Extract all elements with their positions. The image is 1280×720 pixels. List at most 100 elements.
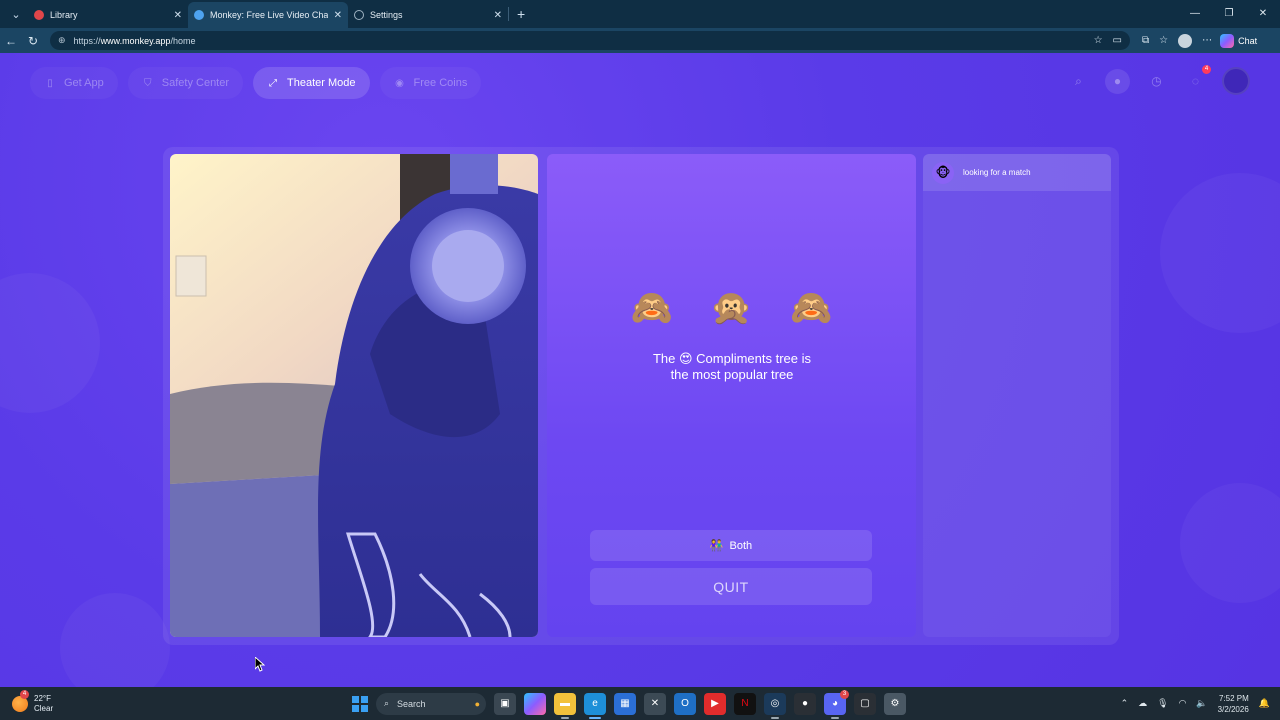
site-info-icon[interactable]: ⊕ — [58, 35, 66, 46]
tab-settings[interactable]: Settings ✕ — [348, 2, 508, 28]
restore-button[interactable]: ❐ — [1212, 0, 1246, 28]
quit-button[interactable]: QUIT — [590, 568, 872, 605]
user-avatar[interactable] — [1222, 67, 1250, 95]
extensions-icon[interactable]: ⧉ — [1142, 35, 1149, 46]
camera-image — [170, 154, 538, 637]
copilot-icon — [1220, 33, 1235, 48]
coins-icon: ◉ — [395, 77, 404, 89]
tip-line-2: the most popular tree — [670, 367, 794, 382]
weather-temp: 22°F — [34, 693, 51, 703]
windows-taskbar: 4 22°F Clear ⌕ Search ● ▣ ▬ e ▦ ✕ O ▶ N … — [0, 687, 1280, 720]
cloud-icon[interactable]: ☁ — [1138, 698, 1147, 709]
chat-stage: 🙈 🙊 🙈 The 😍 Compliments tree is the most… — [163, 147, 1119, 645]
wifi-icon[interactable]: ◠ — [1179, 698, 1187, 709]
gender-filter-label: Both — [729, 539, 753, 552]
phone-icon: ▯ — [47, 77, 53, 89]
weather-badge: 4 — [20, 689, 29, 699]
new-tab-button[interactable]: + — [517, 6, 525, 22]
chat-sidebar: 🐵 looking for a match — [923, 154, 1111, 637]
roblox-icon[interactable]: ▢ — [854, 692, 876, 715]
notification-badge: 4 — [1202, 64, 1211, 74]
taskbar-search-label: Search — [397, 698, 426, 709]
free-coins-label: Free Coins — [413, 77, 468, 89]
system-tray: ⌃ ☁ 🎙 ◠ 🔈 7:52 PM 3/2/2026 🔔 — [1121, 687, 1270, 720]
url-path: /home — [170, 35, 196, 46]
close-icon[interactable]: ✕ — [334, 10, 342, 21]
taskbar-search[interactable]: ⌕ Search ● — [376, 692, 486, 715]
quit-label: QUIT — [713, 578, 749, 595]
library-tab-icon — [34, 10, 44, 20]
profile-avatar[interactable] — [1178, 33, 1193, 48]
couple-icon: 👫 — [709, 540, 724, 552]
steam-icon[interactable]: ◎ — [764, 692, 786, 719]
volume-icon[interactable]: 🔈 — [1196, 698, 1207, 709]
youtube-icon[interactable]: ▶ — [704, 692, 726, 715]
microphone-icon[interactable]: 🎙 — [1157, 698, 1168, 709]
address-bar-row: ← ↻ ⊕ https://www.monkey.app/home ☆ ▭ ⧉ … — [0, 28, 1280, 53]
browser-tab-bar: ⌄ Library ✕ Monkey: Free Live Video Chat… — [0, 0, 1280, 28]
favorite-star-icon[interactable]: ☆ — [1094, 35, 1103, 46]
url-prefix: https:// — [73, 35, 101, 46]
tip-text: The 😍 Compliments tree is the most popul… — [607, 351, 857, 383]
messages-button[interactable]: ◌ 4 — [1183, 64, 1211, 94]
settings-gear-icon[interactable]: ⚙ — [884, 692, 906, 715]
history-button[interactable]: ◷ — [1144, 69, 1169, 94]
netflix-icon[interactable]: N — [734, 692, 756, 715]
close-icon[interactable]: ✕ — [174, 10, 182, 21]
safety-center-label: Safety Center — [161, 77, 230, 89]
close-icon[interactable]: ✕ — [494, 10, 502, 21]
background-blob — [1180, 483, 1280, 603]
close-window-button[interactable]: ✕ — [1246, 0, 1280, 28]
video-icon[interactable]: ▭ — [1113, 35, 1122, 46]
tab-library[interactable]: Library ✕ — [28, 2, 188, 28]
get-app-button[interactable]: ▯ Get App — [30, 67, 118, 99]
weather-widget[interactable]: 4 22°F Clear — [12, 689, 54, 714]
weather-condition: Clear — [34, 703, 54, 713]
coins-button[interactable]: ● — [1105, 68, 1130, 94]
top-navigation: ▯ Get App ⛉ Safety Center ⤢ Theater Mode… — [30, 67, 482, 99]
expand-icon: ⤢ — [269, 77, 278, 89]
url-input[interactable]: ⊕ https://www.monkey.app/home ☆ ▭ — [50, 31, 1130, 50]
chevron-up-icon[interactable]: ⌃ — [1121, 698, 1129, 709]
file-explorer-icon[interactable]: ▬ — [554, 692, 576, 719]
tab-monkey[interactable]: Monkey: Free Live Video Chat ✕ — [188, 2, 348, 28]
tab-actions-menu[interactable]: ⌄ — [4, 3, 28, 25]
outlook-icon[interactable]: O — [674, 692, 696, 715]
cursor-icon — [254, 655, 266, 672]
tab-settings-label: Settings — [370, 10, 403, 20]
github-icon[interactable]: ● — [794, 692, 816, 715]
search-icon: ⌕ — [1075, 73, 1082, 88]
refresh-button[interactable]: ↻ — [22, 34, 44, 48]
background-blob — [1160, 173, 1280, 333]
copilot-chat-button[interactable]: Chat — [1220, 33, 1257, 48]
get-app-label: Get App — [64, 77, 104, 89]
xbox-icon[interactable]: ✕ — [644, 692, 666, 715]
match-status-text: looking for a match — [963, 168, 1031, 177]
tab-monkey-label: Monkey: Free Live Video Chat — [210, 10, 328, 20]
task-view-icon[interactable]: ▣ — [494, 692, 516, 715]
minimize-button[interactable]: — — [1178, 0, 1212, 28]
edge-browser-icon[interactable]: e — [584, 692, 606, 719]
safety-center-button[interactable]: ⛉ Safety Center — [127, 67, 244, 99]
copilot-app-icon[interactable] — [524, 692, 546, 715]
top-right-actions: ⌕ ● ◷ ◌ 4 — [1066, 64, 1250, 95]
search-button[interactable]: ⌕ — [1066, 69, 1091, 94]
gender-filter-button[interactable]: 👫 Both — [590, 530, 872, 561]
back-button[interactable]: ← — [0, 34, 22, 48]
microsoft-store-icon[interactable]: ▦ — [614, 692, 636, 715]
favorites-icon[interactable]: ☆ — [1159, 35, 1168, 46]
chat-bubble-icon: ◌ — [1191, 74, 1200, 88]
notifications-icon[interactable]: 🔔 — [1259, 698, 1270, 709]
start-button[interactable] — [352, 695, 368, 712]
tab-divider — [508, 7, 509, 21]
settings-tab-icon — [354, 10, 364, 20]
discord-icon[interactable]: ◕ 3 — [824, 689, 849, 719]
discord-badge: 3 — [840, 689, 849, 699]
theater-mode-label: Theater Mode — [287, 77, 356, 89]
system-clock[interactable]: 7:52 PM 3/2/2026 — [1218, 693, 1249, 715]
background-blob — [0, 273, 100, 413]
free-coins-button[interactable]: ◉ Free Coins — [379, 67, 482, 99]
weather-sun-icon: 4 — [12, 689, 29, 712]
theater-mode-button[interactable]: ⤢ Theater Mode — [253, 67, 370, 99]
more-menu-icon[interactable]: ⋯ — [1202, 35, 1212, 46]
